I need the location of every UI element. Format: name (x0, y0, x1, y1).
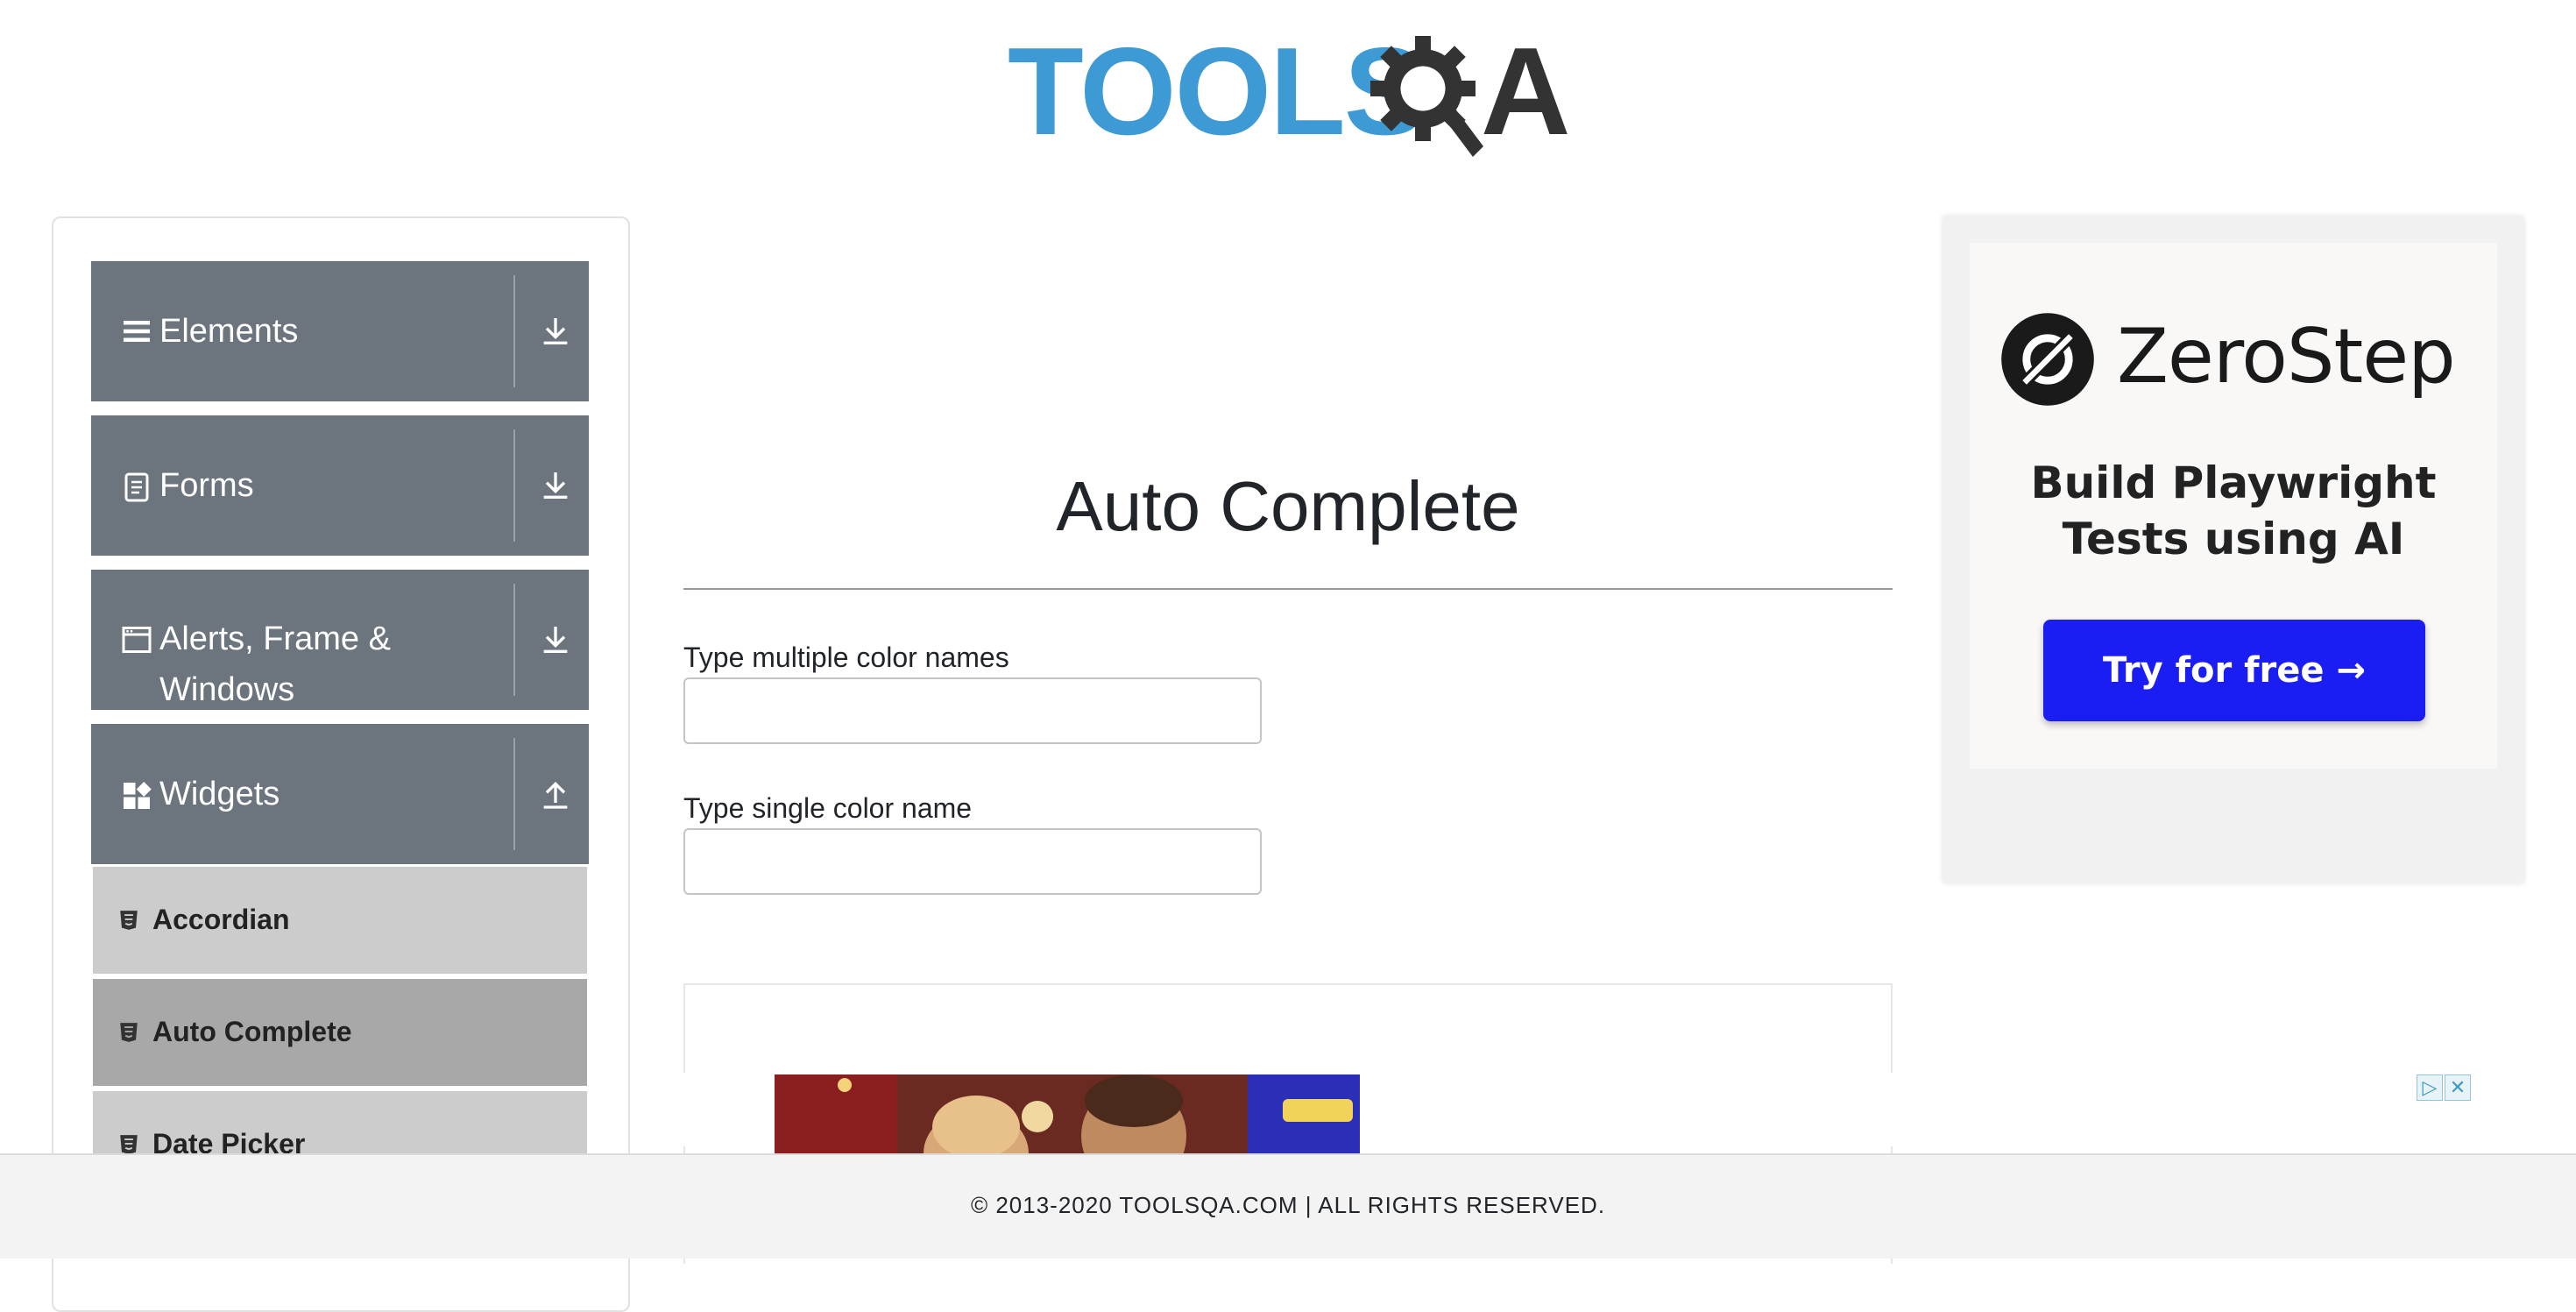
zerostep-logo-icon (2001, 313, 2094, 406)
sidebar-item-auto-complete[interactable]: Auto Complete (93, 979, 587, 1086)
sidebar-group-widgets[interactable]: Widgets (91, 724, 589, 864)
adchoices-icon[interactable]: ▷ (2417, 1074, 2443, 1101)
multiple-color-input[interactable] (683, 677, 1262, 744)
sidebar-group-alerts-frame-windows[interactable]: Alerts, Frame & Windows (91, 570, 589, 710)
sidebar-group-label-line2: Windows (159, 671, 295, 708)
single-color-input[interactable] (683, 828, 1262, 895)
sidebar-item-label: Accordian (152, 904, 290, 935)
title-divider (683, 588, 1893, 590)
download-icon[interactable] (538, 621, 573, 659)
sidebar-group-forms[interactable]: Forms (91, 415, 589, 556)
sidebar: Elements Forms Alerts, Frame & Windows W… (52, 216, 630, 1312)
close-ad-icon[interactable]: ✕ (2445, 1074, 2471, 1101)
html5-icon (120, 911, 138, 930)
divider (513, 429, 515, 542)
sidebar-group-elements[interactable]: Elements (91, 261, 589, 401)
html5-icon (120, 1023, 138, 1042)
multiple-color-label: Type multiple color names (683, 642, 1009, 673)
download-icon[interactable] (538, 466, 573, 505)
sidebar-group-label: Forms (159, 467, 254, 504)
divider (513, 584, 515, 696)
footer: © 2013-2020 TOOLSQA.COM | ALL RIGHTS RES… (0, 1153, 2576, 1259)
zerostep-tagline: Build Playwright Tests using AI (1943, 455, 2523, 567)
download-icon[interactable] (538, 312, 573, 351)
hamburger-icon (124, 321, 150, 342)
sidebar-item-label: Auto Complete (152, 1016, 352, 1047)
document-icon (124, 472, 149, 502)
try-for-free-button[interactable]: Try for free → (2043, 620, 2425, 721)
gear-magnifier-icon (1370, 36, 1483, 157)
page-title: Auto Complete (1056, 467, 1520, 545)
tagline-line2: Tests using AI (2062, 514, 2405, 564)
upload-icon[interactable] (538, 775, 573, 813)
tagline-line1: Build Playwright (2030, 457, 2437, 508)
widgets-icon (124, 782, 152, 809)
sidebar-item-accordian[interactable]: Accordian (93, 867, 587, 974)
sidebar-group-label: Widgets (159, 776, 280, 812)
zerostep-brand: ZeroStep (2117, 313, 2456, 401)
toolsqa-logo[interactable]: TOOLS A (1008, 26, 1577, 158)
sidebar-group-label: Elements (159, 313, 299, 350)
window-icon (122, 627, 152, 653)
sidebar-group-label: Alerts, Frame & (159, 621, 391, 657)
ad-controls: ▷ ✕ (2417, 1074, 2471, 1101)
zerostep-ad[interactable]: ZeroStep Build Playwright Tests using AI… (1943, 216, 2523, 883)
logo-a-text: A (1481, 22, 1571, 161)
divider (513, 738, 515, 850)
copyright-text: © 2013-2020 TOOLSQA.COM | ALL RIGHTS RES… (970, 1192, 1606, 1218)
divider (513, 275, 515, 387)
single-color-label: Type single color name (683, 792, 973, 824)
